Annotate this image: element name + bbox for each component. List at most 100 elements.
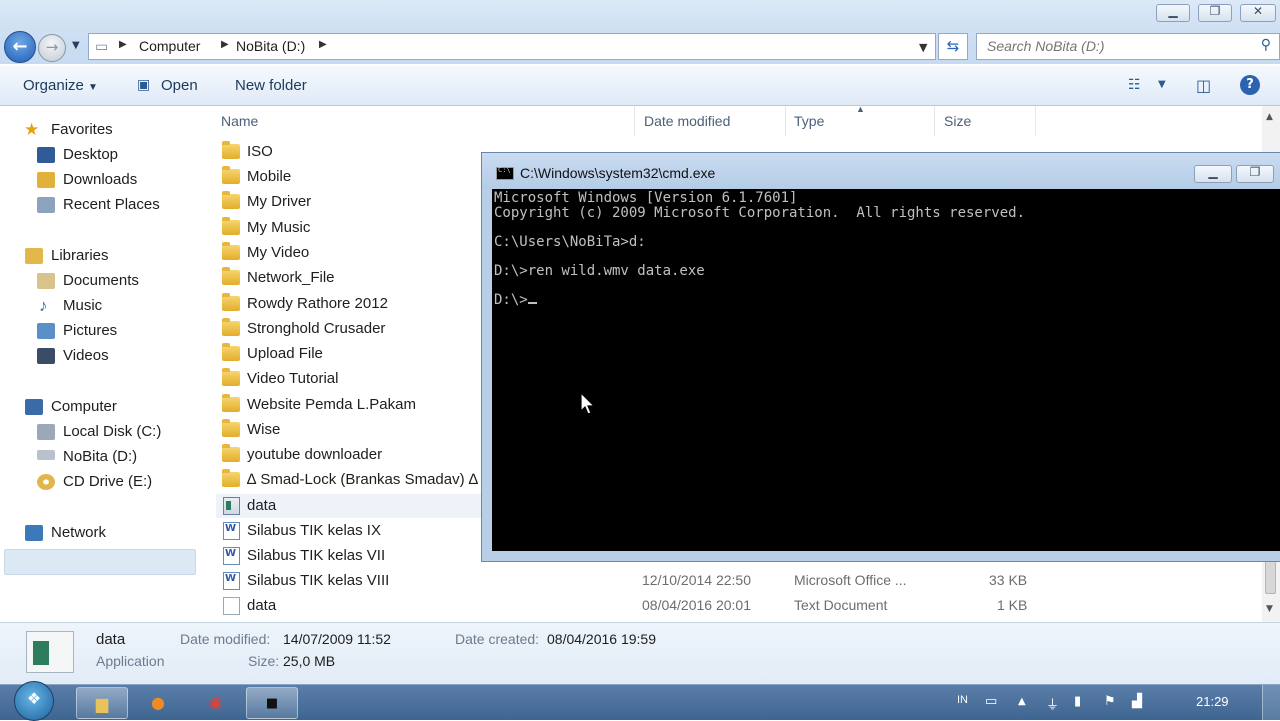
cmd-titlebar[interactable]: C:\Windows\system32\cmd.exe ▁ ❐ [482,153,1280,189]
taskbar-firefox-button[interactable]: ● [132,687,184,719]
search-box[interactable]: ⚲ [976,33,1280,60]
file-row-wise[interactable]: Wise [210,418,480,443]
nav-desktop[interactable]: Desktop [63,146,118,163]
file-row-stronghold[interactable]: Stronghold Crusader [210,317,480,342]
signal-strength-icon[interactable]: ▟ [1132,694,1142,709]
back-button[interactable]: ← [4,31,36,63]
column-divider[interactable] [634,106,635,136]
file-name: Mobile [247,168,292,185]
tray-expand-icon[interactable]: ▲ [1018,696,1026,707]
console-output[interactable]: Microsoft Windows [Version 6.1.7601] Cop… [492,189,1280,551]
refresh-button[interactable]: ⇆ [938,33,968,60]
file-row-data-app[interactable]: data [210,494,480,519]
view-dropdown-icon[interactable]: ▼ [1158,79,1166,90]
nav-local-disk[interactable]: Local Disk (C:) [63,423,161,440]
forward-button[interactable]: → [38,34,66,62]
history-dropdown-icon[interactable]: ▼ [72,40,80,51]
action-center-flag-icon[interactable]: ⚑ [1104,694,1116,709]
restore-button[interactable]: ❐ [1198,4,1232,22]
text-document-icon [223,597,240,615]
details-date-created-label: Date created: [455,631,540,647]
folder-icon [222,191,240,209]
taskbar-cmd-button[interactable]: ■ [246,687,298,719]
scrollbar-thumb[interactable] [1265,560,1276,594]
file-row-smad-lock[interactable]: ∆ Smad-Lock (Brankas Smadav) ∆ [210,468,480,493]
column-header-type[interactable]: Type [794,113,824,129]
nav-videos[interactable]: Videos [63,347,109,364]
column-header-size[interactable]: Size [944,113,971,129]
column-header-name[interactable]: Name [221,113,258,129]
computer-icon [25,399,43,415]
file-row-my-video[interactable]: My Video [210,241,480,266]
nav-music[interactable]: Music [63,297,102,314]
breadcrumb-separator-icon[interactable]: ▶ [319,39,327,50]
taskbar-chrome-button[interactable]: ◉ [190,687,242,719]
cmd-restore-button[interactable]: ❐ [1236,165,1274,183]
breadcrumb-separator-icon[interactable]: ▶ [119,39,127,50]
chrome-icon: ◉ [209,693,223,712]
console-line: Copyright (c) 2009 Microsoft Corporation… [494,204,1026,221]
breadcrumb-separator-icon[interactable]: ▶ [221,39,229,50]
address-dropdown-icon[interactable]: ▼ [919,41,927,54]
power-icon[interactable]: ▮ [1074,694,1081,709]
nav-favorites[interactable]: Favorites [51,121,113,138]
file-row-mobile[interactable]: Mobile [210,165,480,190]
nav-pictures[interactable]: Pictures [63,322,117,339]
nav-computer[interactable]: Computer [51,398,117,415]
file-row-silabus-ix[interactable]: Silabus TIK kelas IX [210,519,480,544]
nav-network[interactable]: Network [51,524,106,541]
search-input[interactable] [985,37,1239,55]
preview-pane-icon[interactable]: ◫ [1196,76,1211,95]
scroll-down-arrow-icon[interactable]: ▼ [1266,604,1273,614]
taskbar-explorer-button[interactable]: ▆ [76,687,128,719]
scroll-up-arrow-icon[interactable]: ▲ [1266,112,1273,122]
clock[interactable]: 21:29 [1196,694,1229,709]
file-row-video-tutorial[interactable]: Video Tutorial [210,367,480,392]
file-row-youtube-downloader[interactable]: youtube downloader [210,443,480,468]
file-row-data-text[interactable]: data 08/04/2016 20:01 Text Document 1 KB [210,594,1040,619]
cmd-minimize-button[interactable]: ▁ [1194,165,1232,183]
new-folder-button[interactable]: New folder [235,77,307,94]
column-divider[interactable] [1035,106,1036,136]
search-icon[interactable]: ⚲ [1261,37,1271,53]
nav-recent-places[interactable]: Recent Places [63,196,160,213]
nav-nobita-drive[interactable]: NoBita (D:) [63,448,137,465]
breadcrumb-computer[interactable]: Computer [139,38,200,54]
refresh-icon: ⇆ [946,37,960,55]
close-button[interactable]: ✕ [1240,4,1276,22]
file-row-my-driver[interactable]: My Driver [210,190,480,215]
file-row-website-pemda[interactable]: Website Pemda L.Pakam [210,393,480,418]
application-icon [223,497,240,515]
nav-downloads[interactable]: Downloads [63,171,137,188]
nav-cd-drive[interactable]: CD Drive (E:) [63,473,152,490]
usb-icon[interactable]: ⏚ [1046,694,1059,713]
nav-documents[interactable]: Documents [63,272,139,289]
file-row-network-file[interactable]: Network_File [210,266,480,291]
cmd-window[interactable]: C:\Windows\system32\cmd.exe ▁ ❐ Microsof… [481,152,1280,562]
minimize-button[interactable]: ▁ [1156,4,1190,22]
file-row-iso[interactable]: ISO [210,140,480,165]
column-divider[interactable] [785,106,786,136]
address-bar[interactable]: ▭ ▶ Computer ▶ NoBita (D:) ▶ ▼ [88,33,936,60]
file-row-silabus-vii[interactable]: Silabus TIK kelas VII [210,544,480,569]
help-icon[interactable]: ? [1240,75,1260,95]
column-header-date-modified[interactable]: Date modified [644,113,730,129]
file-row-rowdy-rathore[interactable]: Rowdy Rathore 2012 [210,292,480,317]
language-indicator[interactable]: IN [957,694,968,706]
folder-icon [222,469,240,487]
view-options-icon[interactable]: ☷ [1128,77,1141,93]
organize-button[interactable]: Organize ▼ [23,77,98,94]
column-divider[interactable] [934,106,935,136]
show-desktop-button[interactable] [1262,685,1280,720]
nav-libraries[interactable]: Libraries [51,247,109,264]
open-button[interactable]: Open [161,77,198,94]
file-row-silabus-viii[interactable]: Silabus TIK kelas VIII 12/10/2014 22:50 … [210,569,1040,594]
start-button[interactable]: ❖ [14,681,54,721]
chevron-down-icon: ▼ [88,82,98,93]
minimize-icon: ▁ [1208,165,1218,179]
mouse-pointer-icon [580,392,596,415]
file-row-upload-file[interactable]: Upload File [210,342,480,367]
keyboard-icon[interactable]: ▭ [985,694,997,709]
file-row-my-music[interactable]: My Music [210,216,480,241]
breadcrumb-nobita[interactable]: NoBita (D:) [236,38,305,54]
